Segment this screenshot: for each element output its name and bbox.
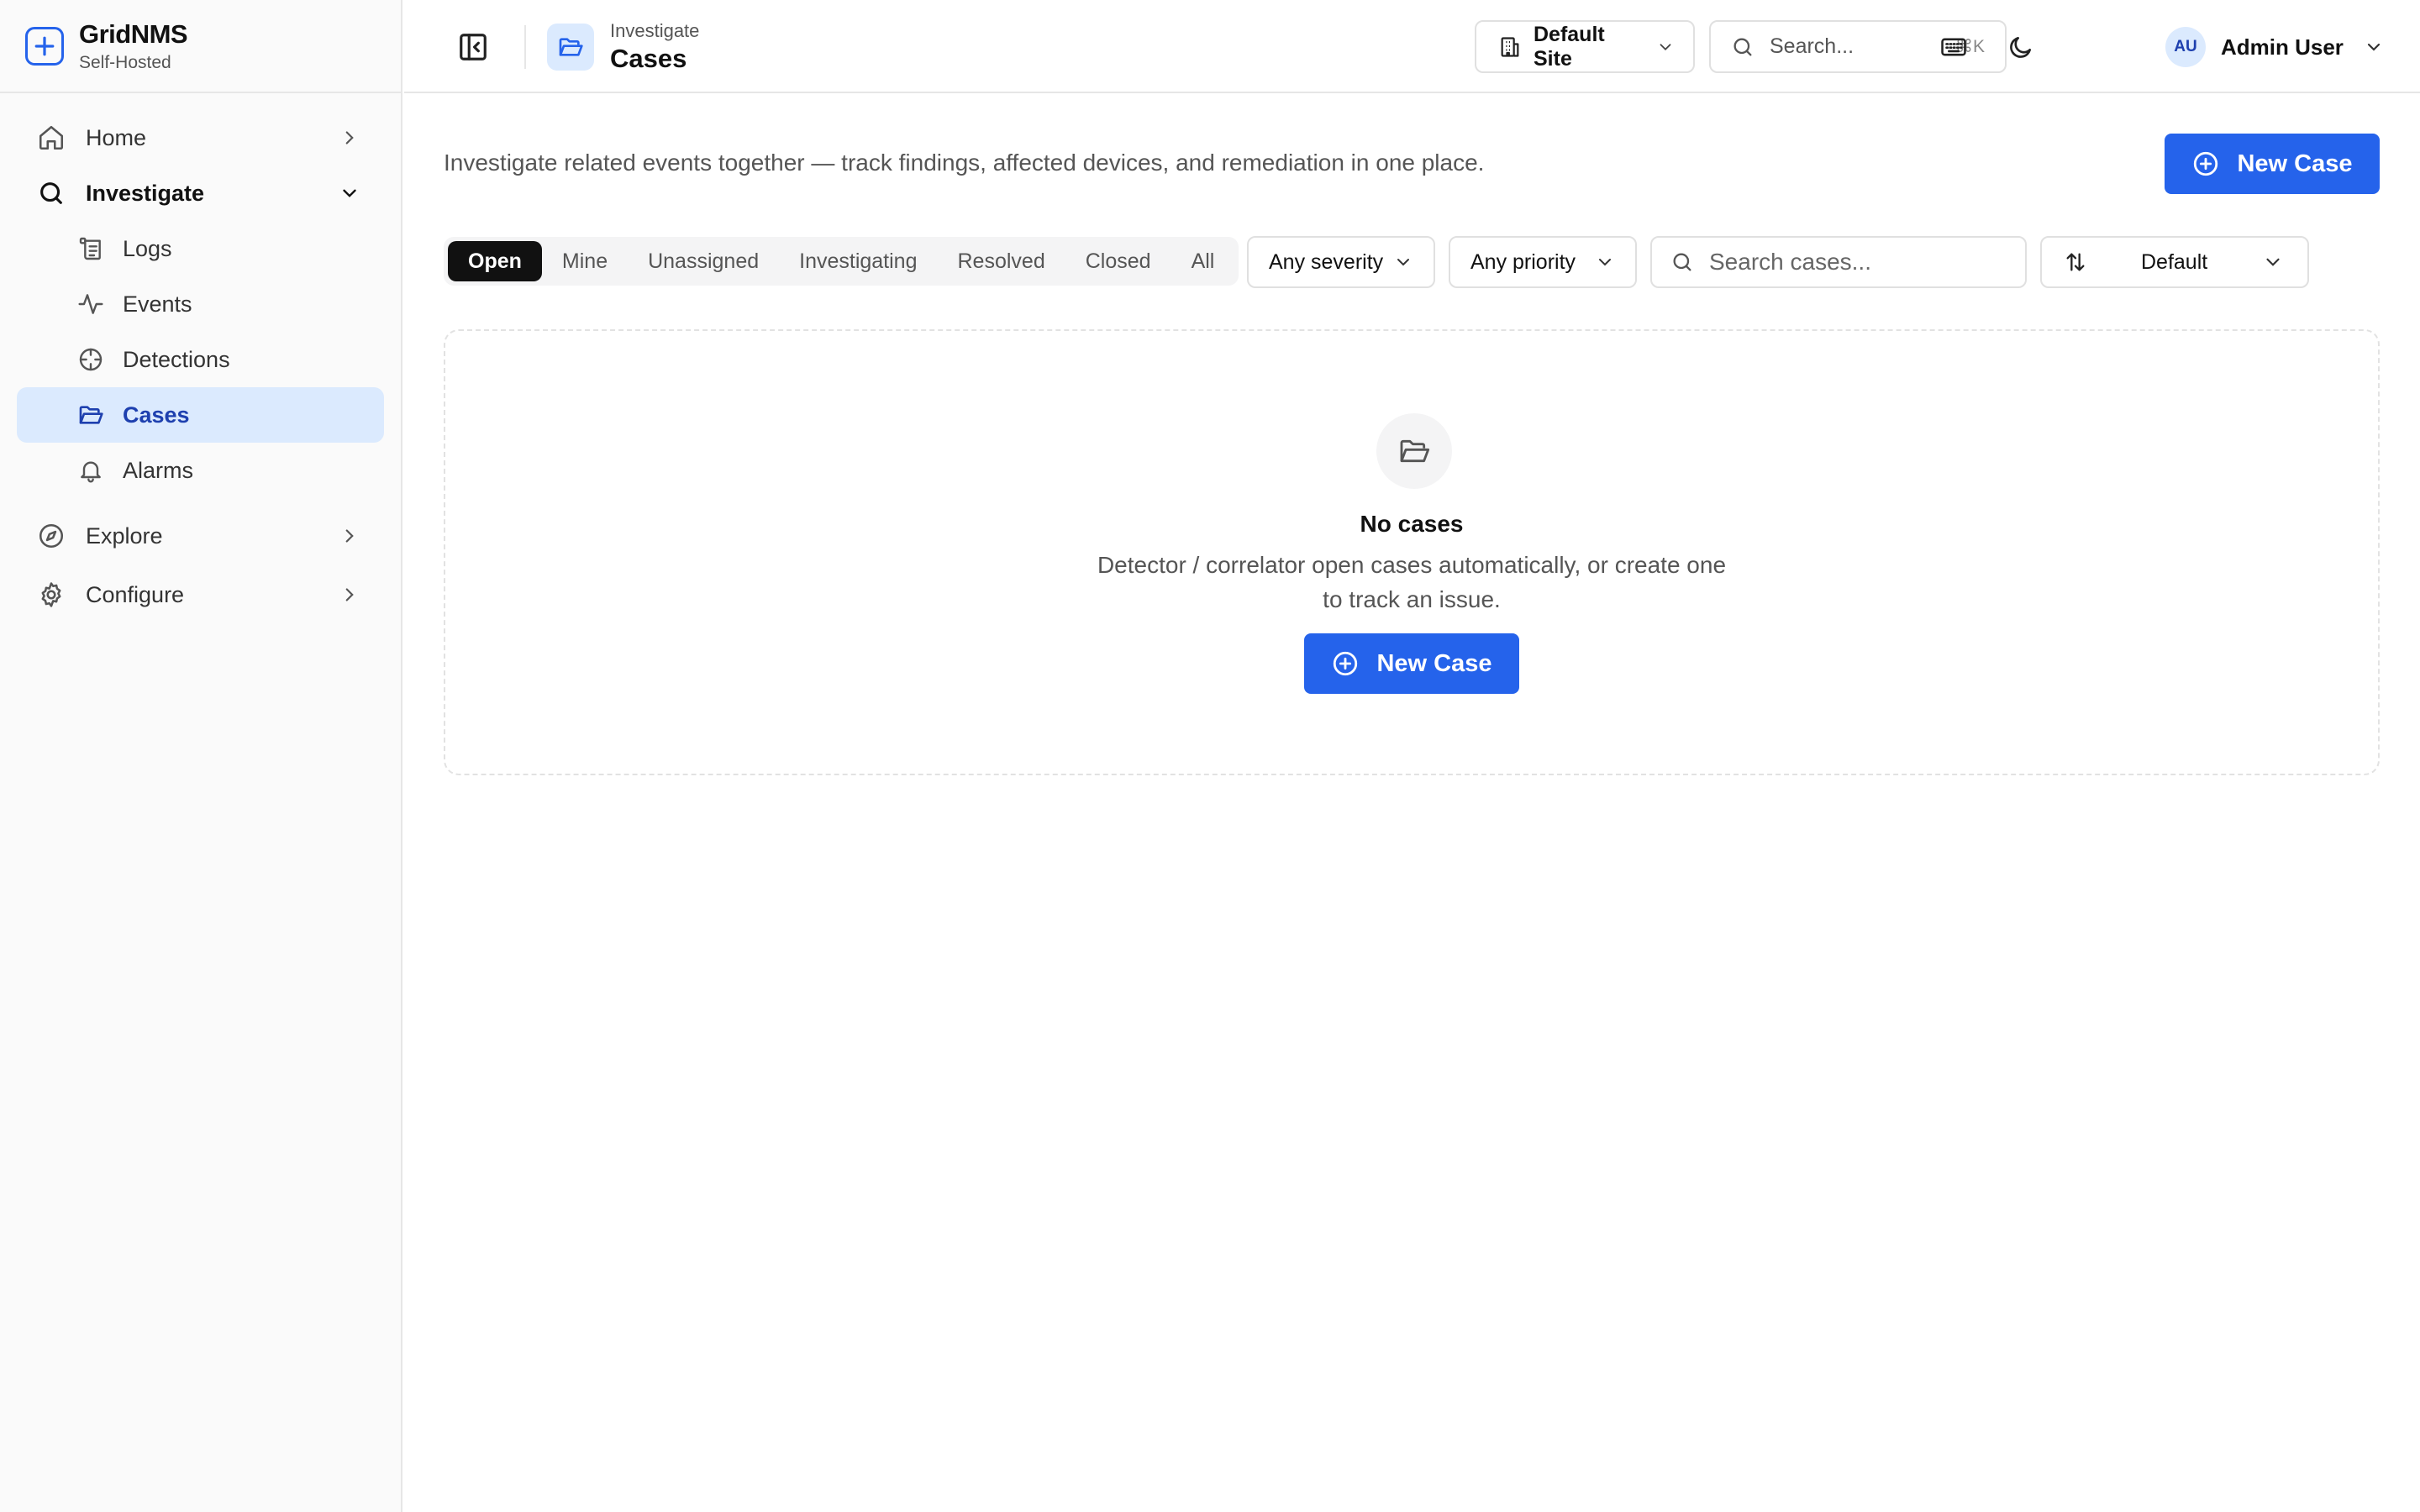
user-name: Admin User [2221, 34, 2344, 60]
chevron-down-icon [1656, 38, 1675, 56]
chevron-right-icon [339, 525, 360, 547]
brand-subtitle: Self-Hosted [79, 52, 171, 72]
sidebar-item-label: Cases [123, 402, 190, 428]
folder-open-icon [547, 24, 594, 71]
sidebar-item-logs[interactable]: Logs [55, 221, 384, 276]
sidebar-item-label: Explore [86, 522, 163, 549]
sidebar-item-detections[interactable]: Detections [55, 332, 384, 387]
keyboard-shortcuts-button[interactable] [1935, 29, 1972, 66]
sidebar-item-label: Detections [123, 346, 230, 372]
sidebar-item-label: Investigate [86, 180, 205, 206]
sidebar-item-explore[interactable]: Explore [17, 508, 384, 564]
sidebar-item-label: Events [123, 291, 192, 317]
panel-left-icon [457, 31, 489, 63]
building-icon [1498, 35, 1522, 59]
status-tabs: Open Mine Unassigned Investigating Resol… [444, 237, 1239, 286]
tab-all[interactable]: All [1171, 241, 1235, 281]
folder-open-icon [77, 402, 104, 428]
site-selector-value: Default Site [1534, 22, 1605, 71]
case-search-input[interactable] [1709, 249, 2012, 276]
sidebar: GridNMS Self-Hosted Home Investigate Log… [0, 0, 402, 1512]
chevron-right-icon [339, 584, 360, 606]
chevron-down-icon [1595, 252, 1615, 272]
chevron-down-icon [1393, 252, 1413, 272]
theme-toggle-button[interactable] [2002, 29, 2039, 66]
sidebar-item-configure[interactable]: Configure [17, 567, 384, 622]
folder-open-icon [1376, 413, 1452, 489]
severity-filter[interactable]: Any severity [1247, 236, 1435, 288]
search-icon [1731, 35, 1754, 59]
sort-selector[interactable]: Default [2040, 236, 2309, 288]
global-search-input[interactable] [1770, 34, 1946, 59]
sidebar-item-alarms[interactable]: Alarms [55, 443, 384, 498]
header-divider [524, 25, 526, 69]
sidebar-item-events[interactable]: Events [55, 276, 384, 332]
breadcrumb: Investigate Cases [610, 20, 699, 74]
sidebar-item-label: Alarms [123, 457, 194, 483]
new-case-label: New Case [1376, 649, 1492, 677]
search-icon [37, 179, 66, 207]
priority-filter-value: Any priority [1470, 249, 1576, 274]
activity-icon [77, 291, 104, 318]
empty-state-title: No cases [1360, 511, 1464, 537]
breadcrumb-parent[interactable]: Investigate [610, 20, 699, 42]
tab-mine[interactable]: Mine [542, 241, 628, 281]
sort-selector-value: Default [2141, 249, 2208, 274]
bell-icon [77, 457, 104, 484]
sidebar-nav: Home Investigate Logs Events Detections … [0, 93, 401, 622]
page-title: Cases [610, 44, 687, 73]
plus-circle-icon [2191, 150, 2220, 178]
sidebar-toggle-button[interactable] [455, 29, 492, 66]
investigate-submenu: Logs Events Detections Cases Alarms [17, 221, 384, 498]
empty-state-new-case-button[interactable]: New Case [1304, 633, 1519, 694]
gridnms-logo-icon [25, 26, 64, 66]
case-search[interactable] [1650, 236, 2027, 288]
sort-arrows-icon [2064, 250, 2087, 274]
chevron-down-icon [339, 182, 360, 204]
moon-icon [2007, 34, 2034, 60]
page-description: Investigate related events together — tr… [444, 150, 1485, 176]
plus-circle-icon [1331, 649, 1360, 678]
priority-filter[interactable]: Any priority [1449, 236, 1637, 288]
tab-unassigned[interactable]: Unassigned [628, 241, 779, 281]
chevron-right-icon [339, 127, 360, 149]
gear-icon [37, 580, 66, 609]
home-icon [37, 123, 66, 152]
severity-filter-value: Any severity [1269, 249, 1384, 274]
new-case-label: New Case [2237, 150, 2353, 177]
sidebar-item-label: Logs [123, 235, 172, 261]
tab-open[interactable]: Open [448, 241, 542, 281]
sidebar-item-cases[interactable]: Cases [17, 387, 384, 443]
user-menu[interactable]: AU Admin User [2165, 25, 2384, 69]
sidebar-item-label: Home [86, 124, 147, 150]
crosshair-icon [77, 346, 104, 373]
chevron-down-icon [2262, 251, 2284, 273]
tab-resolved[interactable]: Resolved [938, 241, 1065, 281]
sidebar-item-investigate[interactable]: Investigate [17, 165, 384, 221]
sidebar-item-home[interactable]: Home [17, 110, 384, 165]
tab-closed[interactable]: Closed [1065, 241, 1171, 281]
site-selector[interactable]: Default Site [1475, 20, 1695, 73]
avatar: AU [2165, 27, 2206, 67]
search-icon [1670, 250, 1694, 274]
compass-icon [37, 522, 66, 550]
new-case-button[interactable]: New Case [2165, 134, 2380, 194]
brand[interactable]: GridNMS Self-Hosted [0, 0, 401, 93]
keyboard-icon [1939, 33, 1968, 61]
sidebar-item-label: Configure [86, 581, 185, 607]
logs-icon [77, 235, 104, 262]
top-header: Investigate Cases Default Site ⌘K AU Adm… [404, 0, 2420, 93]
brand-name: GridNMS [79, 18, 188, 49]
chevron-down-icon [2364, 37, 2384, 57]
tab-investigating[interactable]: Investigating [779, 241, 937, 281]
empty-state-description: Detector / correlator open cases automat… [1097, 552, 1727, 612]
empty-state: No cases Detector / correlator open case… [444, 329, 2380, 775]
